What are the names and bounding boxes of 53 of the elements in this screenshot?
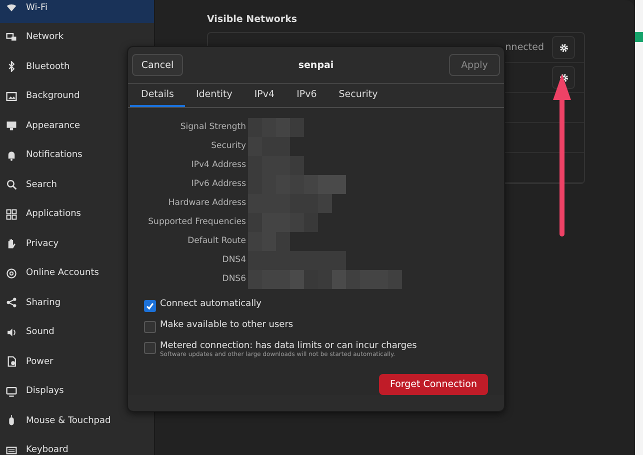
sidebar-item[interactable]: Keyboard	[0, 436, 154, 455]
search-icon	[6, 179, 17, 190]
sidebar-item[interactable]: Wi-Fi	[0, 0, 154, 22]
checkbox[interactable]	[144, 300, 156, 312]
hand-icon	[6, 238, 17, 250]
field-label: Security	[210, 140, 246, 153]
gear-icon	[558, 42, 568, 52]
sidebar-item[interactable]: Displays	[0, 376, 154, 406]
field-label: Supported Frequencies	[147, 216, 246, 229]
field-label: IPv4 Address	[190, 159, 246, 172]
settings-button[interactable]	[552, 36, 575, 59]
sidebar-item[interactable]: Online Accounts	[0, 258, 154, 288]
bell-icon	[6, 150, 17, 161]
keyboard-icon	[6, 444, 17, 455]
tab[interactable]: Identity	[184, 84, 244, 107]
grid-icon	[6, 208, 17, 220]
tab[interactable]: IPv6	[286, 84, 328, 107]
checkbox[interactable]	[144, 321, 156, 333]
tab[interactable]: Security	[328, 84, 389, 107]
sidebar-item[interactable]: Power	[0, 347, 154, 376]
sidebar-item[interactable]: Sound	[0, 318, 154, 347]
checkbox-label: Metered connection: has data limits or can incur charges	[160, 341, 417, 351]
share-icon	[6, 297, 17, 308]
field-label: DNS4	[221, 254, 246, 267]
field-label: IPv6 Address	[190, 178, 246, 191]
checkbox-label: Connect automatically	[160, 299, 262, 309]
forget-connection-button[interactable]: Forget Connection	[378, 374, 488, 395]
sidebar-item[interactable]: Sharing	[0, 288, 154, 318]
sidebar-item[interactable]: Mouse & Touchpad	[0, 406, 154, 436]
monitor-icon	[6, 32, 17, 43]
sidebar-item[interactable]: Notifications	[0, 140, 154, 170]
image-icon	[6, 90, 17, 102]
section-title: Visible Networks	[207, 14, 298, 25]
field-label: Signal Strength	[179, 121, 246, 134]
field-label: Hardware Address	[167, 197, 246, 210]
sidebar-item[interactable]: Network	[0, 22, 154, 52]
wifi-icon	[6, 2, 17, 14]
accent-strip	[635, 32, 643, 42]
mouse-icon	[6, 415, 17, 426]
cancel-button[interactable]: Cancel	[132, 54, 183, 76]
bluetooth-icon	[6, 61, 17, 72]
tab[interactable]: IPv4	[243, 84, 286, 107]
checkbox[interactable]	[144, 342, 156, 354]
monitor-icon	[6, 386, 17, 397]
speaker-icon	[6, 326, 17, 338]
monitor-icon	[6, 120, 17, 132]
sidebar-item[interactable]: Search	[0, 170, 154, 200]
network-status: nnected	[505, 42, 544, 53]
field-label: DNS6	[221, 273, 246, 286]
field-label: Default Route	[186, 235, 246, 248]
sidebar-item[interactable]: Privacy	[0, 229, 154, 258]
sidebar-item[interactable]: Appearance	[0, 111, 154, 140]
checkbox-label: Make available to other users	[160, 320, 294, 330]
